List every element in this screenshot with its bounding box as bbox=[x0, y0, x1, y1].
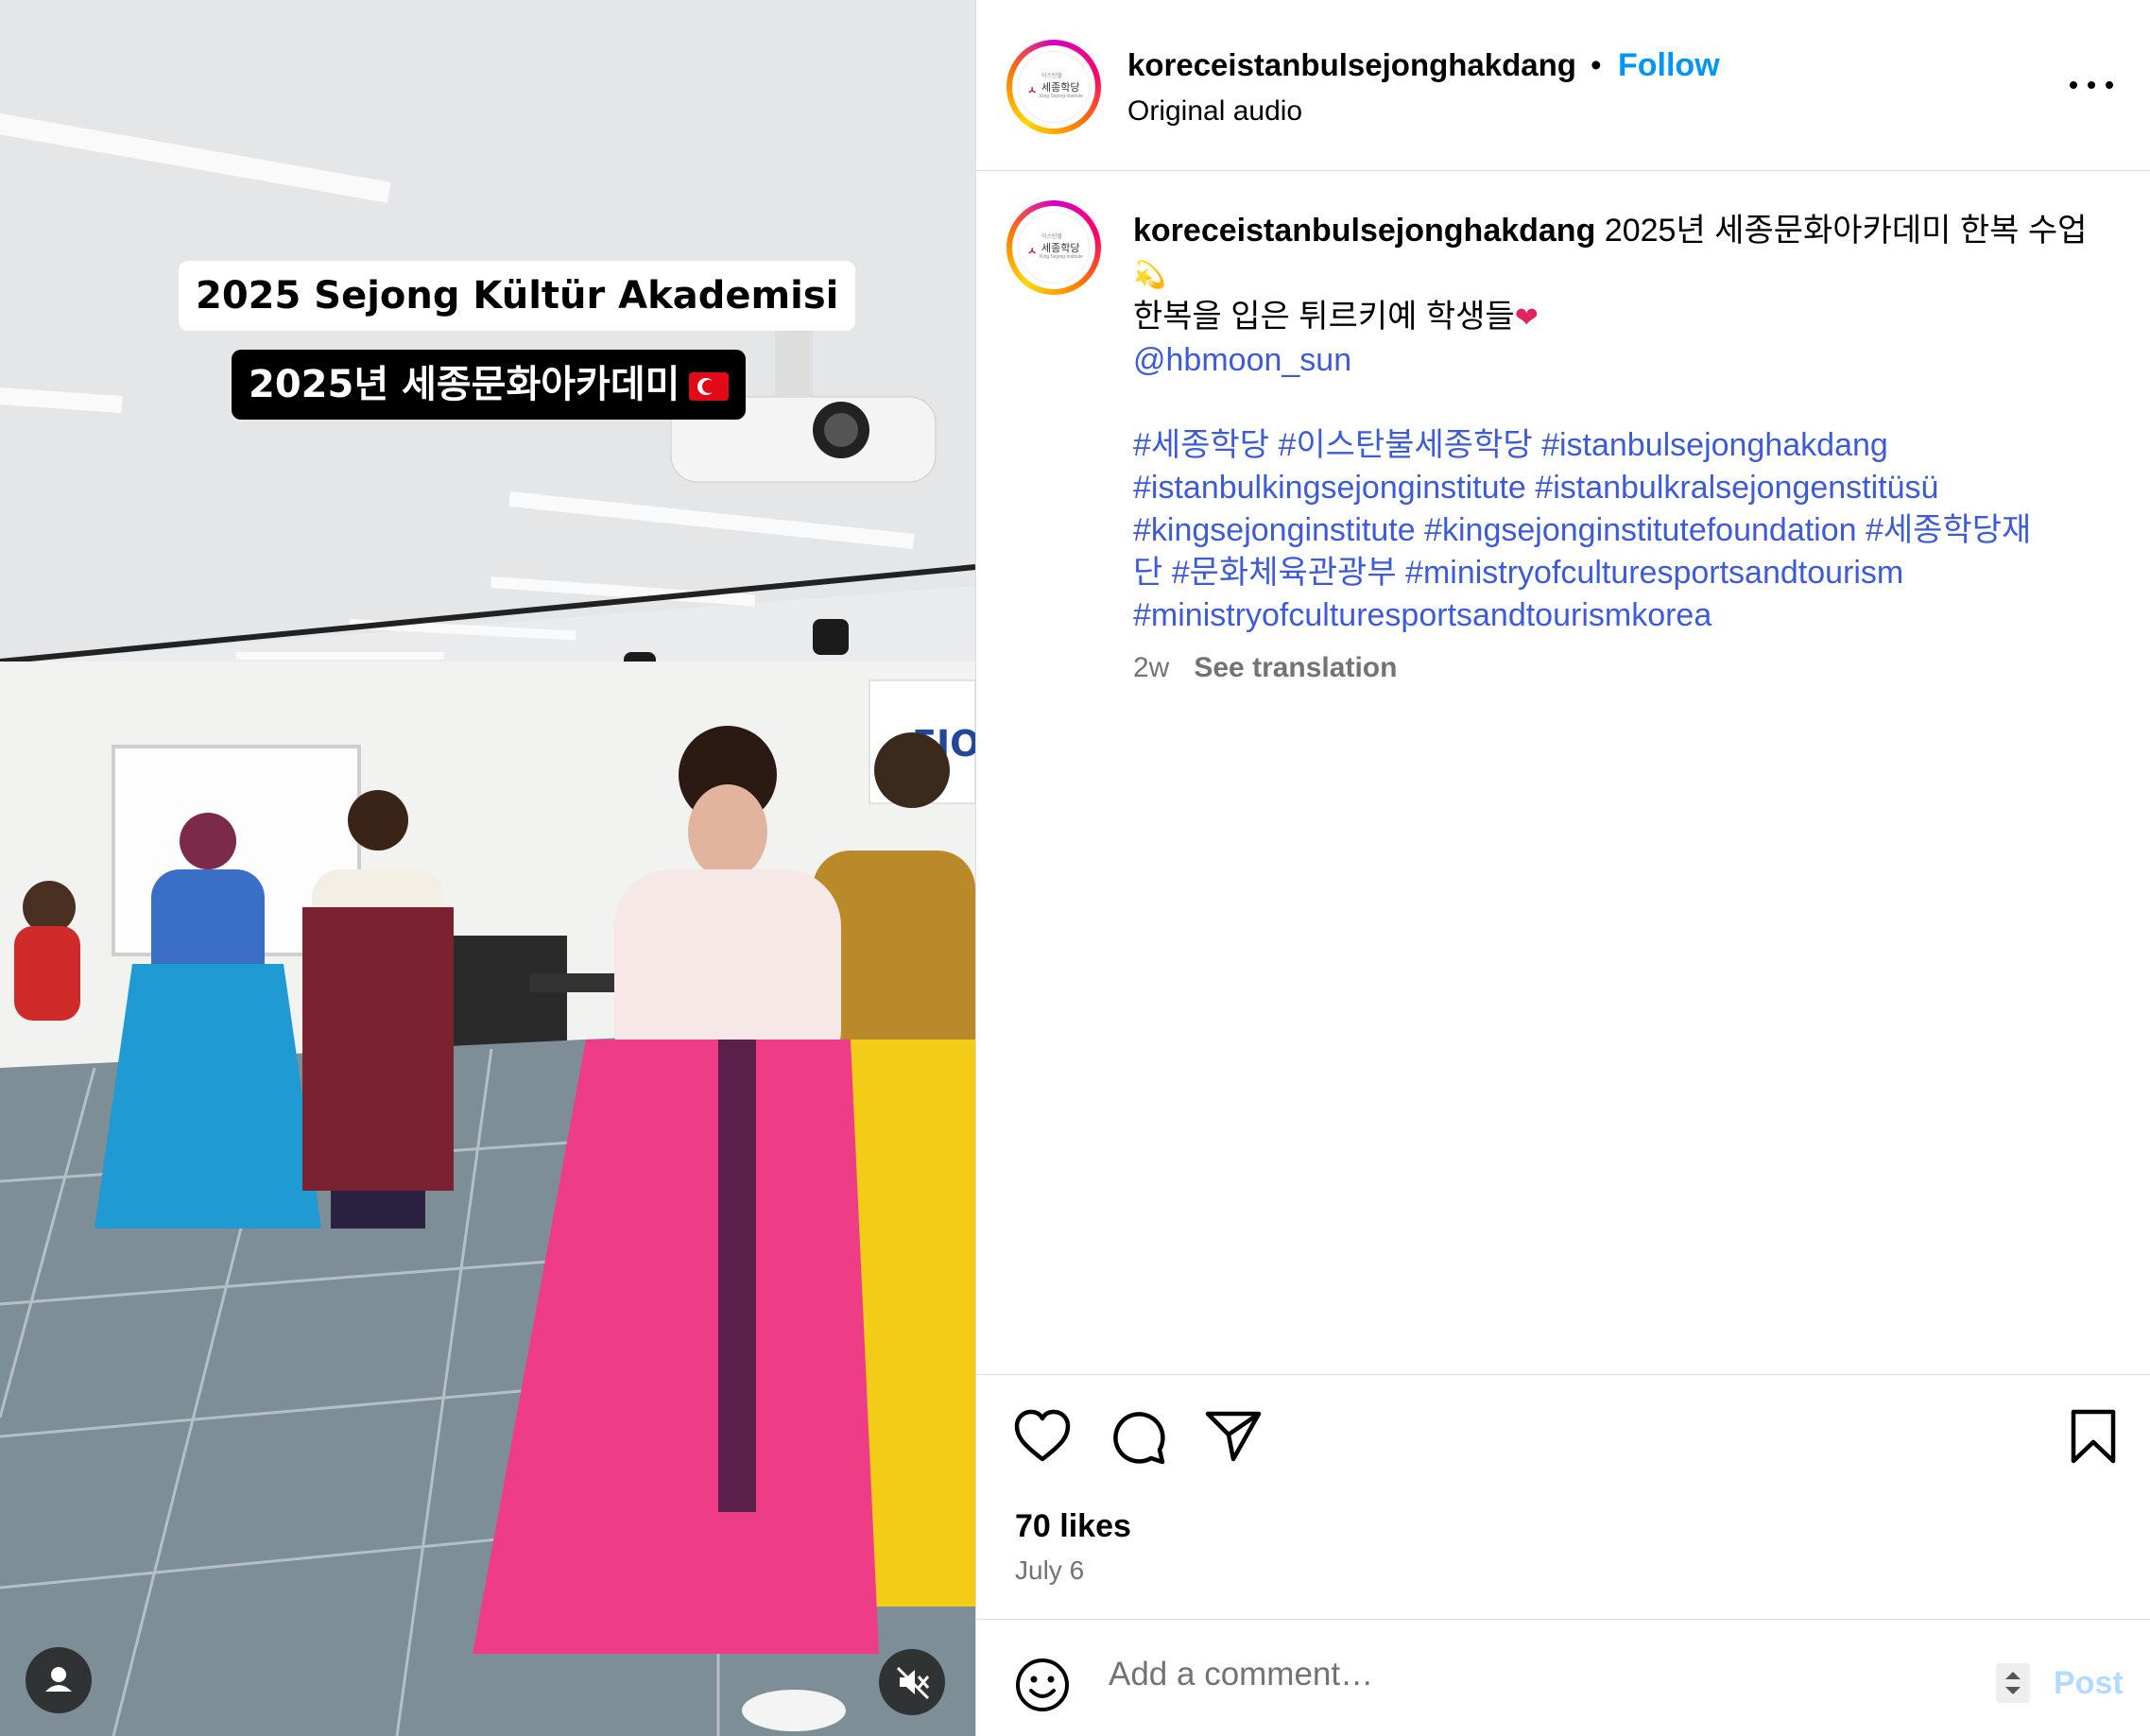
person-icon bbox=[45, 1667, 72, 1692]
mute-button[interactable] bbox=[879, 1649, 945, 1715]
caption-second-line: 한복을 입은 튀르키예 학생들❤ bbox=[1133, 296, 2097, 339]
sejong-mark-icon: ㅅ bbox=[1027, 85, 1038, 96]
follow-button[interactable]: Follow bbox=[1618, 47, 1720, 84]
heart-icon[interactable] bbox=[1013, 1408, 1072, 1465]
logo-english-text: King Sejong Institute bbox=[1040, 94, 1083, 99]
sparkle-emoji: 💫 bbox=[1133, 260, 1166, 289]
caption-avatar[interactable]: ㅅ 이스탄불 세종학당 King Sejong Institute bbox=[1006, 200, 1101, 295]
comment-icon[interactable] bbox=[1109, 1408, 1168, 1467]
video-caption-turkish: 2025 Sejong Kültür Akademisi bbox=[179, 261, 856, 331]
header-divider bbox=[976, 170, 2150, 171]
speaker-muted-icon bbox=[896, 1666, 930, 1700]
video-caption-korean: 2025년 세종문화아카데미 bbox=[232, 350, 747, 420]
logo-korean-text: 세종학당 bbox=[1041, 82, 1080, 94]
logo-english-text: King Sejong Institute bbox=[1040, 254, 1083, 260]
share-icon[interactable] bbox=[1204, 1408, 1263, 1465]
post-caption: koreceistanbulsejonghakdang 2025년 세종문화아카… bbox=[1133, 210, 2097, 637]
caption-emoji-line: 💫 bbox=[1133, 252, 2097, 296]
sejong-logo: ㅅ 이스탄불 세종학당 King Sejong Institute bbox=[1018, 212, 1090, 284]
header-username[interactable]: koreceistanbulsejonghakdang bbox=[1127, 47, 1576, 83]
caption-username[interactable]: koreceistanbulsejonghakdang bbox=[1133, 213, 1595, 249]
audio-link[interactable]: Original audio bbox=[1127, 95, 1302, 128]
sejong-mark-icon: ㅅ bbox=[1027, 246, 1038, 257]
time-ago: 2w bbox=[1133, 652, 1170, 683]
tagged-users-button[interactable] bbox=[26, 1647, 92, 1713]
chevron-updown-icon bbox=[2005, 1672, 2021, 1694]
scroll-arrows[interactable] bbox=[1996, 1663, 2030, 1703]
more-options-icon[interactable] bbox=[2070, 74, 2113, 96]
header-separator: • bbox=[1591, 47, 1602, 82]
video-caption-korean-text: 2025년 세종문화아카데미 bbox=[249, 363, 680, 406]
see-translation-link[interactable]: See translation bbox=[1194, 652, 1397, 683]
hashtag-line[interactable]: 단 #문화체육관광부 #ministryofculturesportsandto… bbox=[1133, 552, 2097, 594]
hashtag-line[interactable]: #세종학당 #이스탄불세종학당 #istanbulsejonghakdang bbox=[1133, 424, 2097, 467]
caption-meta: 2w See translation bbox=[1133, 652, 1397, 684]
logo-small-text: 이스탄불 bbox=[1041, 74, 1063, 79]
caption-first-line: koreceistanbulsejonghakdang 2025년 세종문화아카… bbox=[1133, 210, 2097, 252]
likes-count[interactable]: 70 likes bbox=[1015, 1508, 1131, 1545]
caption-text-line2: 한복을 입은 튀르키예 학생들 bbox=[1133, 299, 1515, 335]
caption-text-line1: 2025년 세종문화아카데미 한복 수업 bbox=[1595, 213, 2088, 249]
sejong-logo: ㅅ 이스탄불 세종학당 King Sejong Institute bbox=[1018, 51, 1090, 123]
logo-small-text: 이스탄불 bbox=[1041, 234, 1063, 240]
hashtag-line[interactable]: #ministryofculturesportsandtourismkorea bbox=[1133, 594, 2097, 637]
emoji-icon[interactable] bbox=[1013, 1656, 1072, 1714]
post-date: July 6 bbox=[1015, 1556, 1085, 1585]
comment-input[interactable] bbox=[1109, 1656, 1959, 1693]
actions-divider bbox=[976, 1374, 2150, 1375]
post-button[interactable]: Post bbox=[2054, 1665, 2124, 1702]
post-video[interactable]: EJO 2025 Sejong Kültür Akademisi 2025년 세… bbox=[0, 0, 975, 1736]
red-heart-emoji: ❤ bbox=[1514, 302, 1539, 334]
hashtag-line[interactable]: #istanbulkingsejonginstitute #istanbulkr… bbox=[1133, 467, 2097, 509]
hashtag-line[interactable]: #kingsejonginstitute #kingsejonginstitut… bbox=[1133, 509, 2097, 552]
caption-mention[interactable]: @hbmoon_sun bbox=[1133, 339, 2097, 382]
panel-divider bbox=[975, 0, 976, 1736]
bookmark-icon[interactable] bbox=[2070, 1408, 2117, 1465]
logo-korean-text: 세종학당 bbox=[1041, 243, 1080, 254]
turkey-flag-icon bbox=[689, 372, 730, 401]
comment-divider bbox=[976, 1619, 2150, 1620]
header-avatar[interactable]: ㅅ 이스탄불 세종학당 King Sejong Institute bbox=[1006, 40, 1101, 134]
